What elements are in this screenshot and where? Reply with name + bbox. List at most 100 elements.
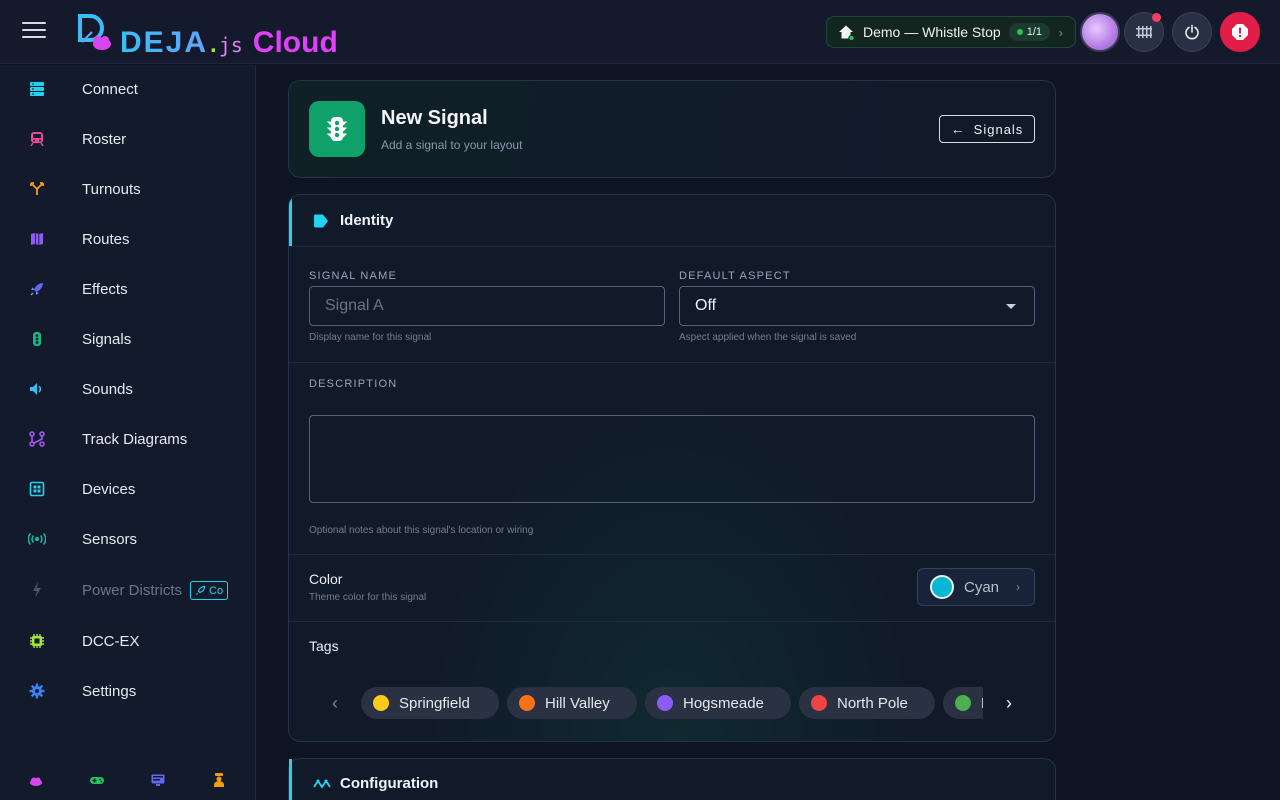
sidebar-item-effects[interactable]: Effects xyxy=(0,267,255,311)
logo-text-js: js xyxy=(218,33,243,57)
gamepad-icon[interactable] xyxy=(89,772,105,788)
sidebar-item-signals[interactable]: Signals xyxy=(0,317,255,361)
emergency-stop-button[interactable] xyxy=(1220,12,1260,52)
sidebar-item-label: Sensors xyxy=(82,530,138,548)
cloud-icon[interactable] xyxy=(28,772,44,788)
chevron-right-icon: › xyxy=(1016,580,1020,594)
sidebar-item-settings[interactable]: Settings xyxy=(0,669,255,713)
sidebar-item-track-diagrams[interactable]: Track Diagrams xyxy=(0,417,255,461)
broadcast-icon xyxy=(28,530,46,548)
layout-count-badge: 1/1 xyxy=(1008,23,1051,41)
color-picker-button[interactable]: Cyan › xyxy=(917,568,1035,606)
monitor-icon[interactable] xyxy=(150,772,166,788)
divider xyxy=(289,554,1055,555)
sidebar-item-label: Devices xyxy=(82,480,136,498)
navigation-drawer: Connect Roster Turnouts Routes Effects S… xyxy=(0,65,256,800)
chevron-right-icon: › xyxy=(1006,692,1012,713)
chip-board-icon xyxy=(28,480,46,498)
tune-icon xyxy=(313,777,331,791)
sidebar-item-dcc-ex[interactable]: DCC-EX xyxy=(0,619,255,663)
description-textarea[interactable] xyxy=(309,415,1035,503)
rocket-icon xyxy=(28,280,46,298)
menu-icon[interactable] xyxy=(22,22,46,42)
sidebar-item-power-districts[interactable]: Power Districts Co xyxy=(0,568,255,612)
tag-label: Springfield xyxy=(399,694,470,712)
tags-list: Springfield Hill Valley Hogsmeade North … xyxy=(361,687,983,719)
tag-chip[interactable]: Hogsmeade xyxy=(645,687,791,719)
sidebar-footer xyxy=(0,760,255,800)
alert-octagon-icon xyxy=(1232,24,1248,40)
call-split-icon xyxy=(28,180,46,198)
back-to-signals-button[interactable]: ← Signals xyxy=(939,115,1035,143)
sidebar-item-sounds[interactable]: Sounds xyxy=(0,367,255,411)
sidebar-item-turnouts[interactable]: Turnouts xyxy=(0,167,255,211)
tag-color-dot xyxy=(519,695,535,711)
tags-scroll-left-button[interactable]: ‹ xyxy=(323,691,347,715)
volume-icon xyxy=(28,380,46,398)
deja-logo-icon xyxy=(76,12,116,52)
page-title: New Signal xyxy=(381,107,488,129)
section-title: Identity xyxy=(340,212,394,229)
coming-soon-badge: Co xyxy=(190,581,228,600)
sidebar-item-label: Sounds xyxy=(82,380,133,398)
conductor-icon[interactable] xyxy=(211,772,227,788)
section-accent xyxy=(289,195,292,246)
signal-name-input[interactable] xyxy=(309,286,665,326)
server-icon xyxy=(28,80,46,98)
layout-name: Demo — Whistle Stop xyxy=(863,24,1001,40)
default-aspect-value: Off xyxy=(695,297,717,314)
color-title: Color xyxy=(309,571,343,587)
section-title: Configuration xyxy=(340,775,439,792)
sidebar-item-devices[interactable]: Devices xyxy=(0,467,255,511)
default-aspect-select[interactable]: Off xyxy=(679,286,1035,326)
logo-text-cloud: Cloud xyxy=(252,26,338,59)
sidebar-item-label: Routes xyxy=(82,230,130,248)
notification-dot xyxy=(1152,13,1161,22)
sidebar-item-label: Settings xyxy=(82,682,137,700)
lightning-icon xyxy=(28,581,46,599)
gear-icon xyxy=(28,682,46,700)
section-accent xyxy=(289,759,292,800)
logo-text-deja: DEJA xyxy=(120,23,208,63)
caret-down-icon xyxy=(1006,304,1016,309)
sidebar-item-connect[interactable]: Connect xyxy=(0,67,255,111)
map-icon xyxy=(28,230,46,248)
app-bar: DEJA . js Cloud Demo — Whistle Stop 1/1 … xyxy=(0,0,1280,64)
track-power-button[interactable] xyxy=(1124,12,1164,52)
color-subtitle: Theme color for this signal xyxy=(309,592,427,603)
tag-chip[interactable]: Springfield xyxy=(361,687,499,719)
tags-scroll-right-button[interactable]: › xyxy=(997,691,1021,715)
page-header-card: New Signal Add a signal to your layout ←… xyxy=(288,80,1056,178)
power-button[interactable] xyxy=(1172,12,1212,52)
tags-title: Tags xyxy=(309,638,339,654)
tag-label: Hogsmeade xyxy=(683,694,764,712)
app-logo[interactable]: DEJA . js Cloud xyxy=(76,12,338,59)
tag-chip[interactable]: North Pole xyxy=(799,687,935,719)
tag-chip[interactable]: Hill Valley xyxy=(507,687,637,719)
chevron-left-icon: ‹ xyxy=(332,692,338,713)
tag-chip[interactable]: K xyxy=(943,687,983,719)
divider xyxy=(289,621,1055,622)
sidebar-item-label: DCC-EX xyxy=(82,632,140,650)
sidebar-item-label: Effects xyxy=(82,280,128,298)
default-aspect-hint: Aspect applied when the signal is saved xyxy=(679,332,857,343)
sidebar-item-roster[interactable]: Roster xyxy=(0,117,255,161)
sidebar-item-label: Connect xyxy=(82,80,138,98)
default-aspect-label: DEFAULT ASPECT xyxy=(679,270,791,282)
layout-count: 1/1 xyxy=(1026,26,1043,38)
tag-color-dot xyxy=(373,695,389,711)
power-icon xyxy=(1185,24,1199,40)
back-button-label: Signals xyxy=(973,121,1024,137)
divider xyxy=(289,246,1055,247)
sidebar-item-label: Power Districts xyxy=(82,581,183,599)
avatar[interactable] xyxy=(1080,12,1120,52)
divider xyxy=(289,362,1055,363)
arrow-left-icon: ← xyxy=(950,121,966,137)
sidebar-item-sensors[interactable]: Sensors xyxy=(0,517,255,561)
sidebar-item-routes[interactable]: Routes xyxy=(0,217,255,261)
label-tag-icon xyxy=(313,214,329,228)
traffic-light-icon xyxy=(28,330,46,348)
identity-section: Identity SIGNAL NAME Display name for th… xyxy=(288,194,1056,742)
layout-selector[interactable]: Demo — Whistle Stop 1/1 › xyxy=(826,16,1076,48)
railway-icon xyxy=(1136,26,1152,38)
